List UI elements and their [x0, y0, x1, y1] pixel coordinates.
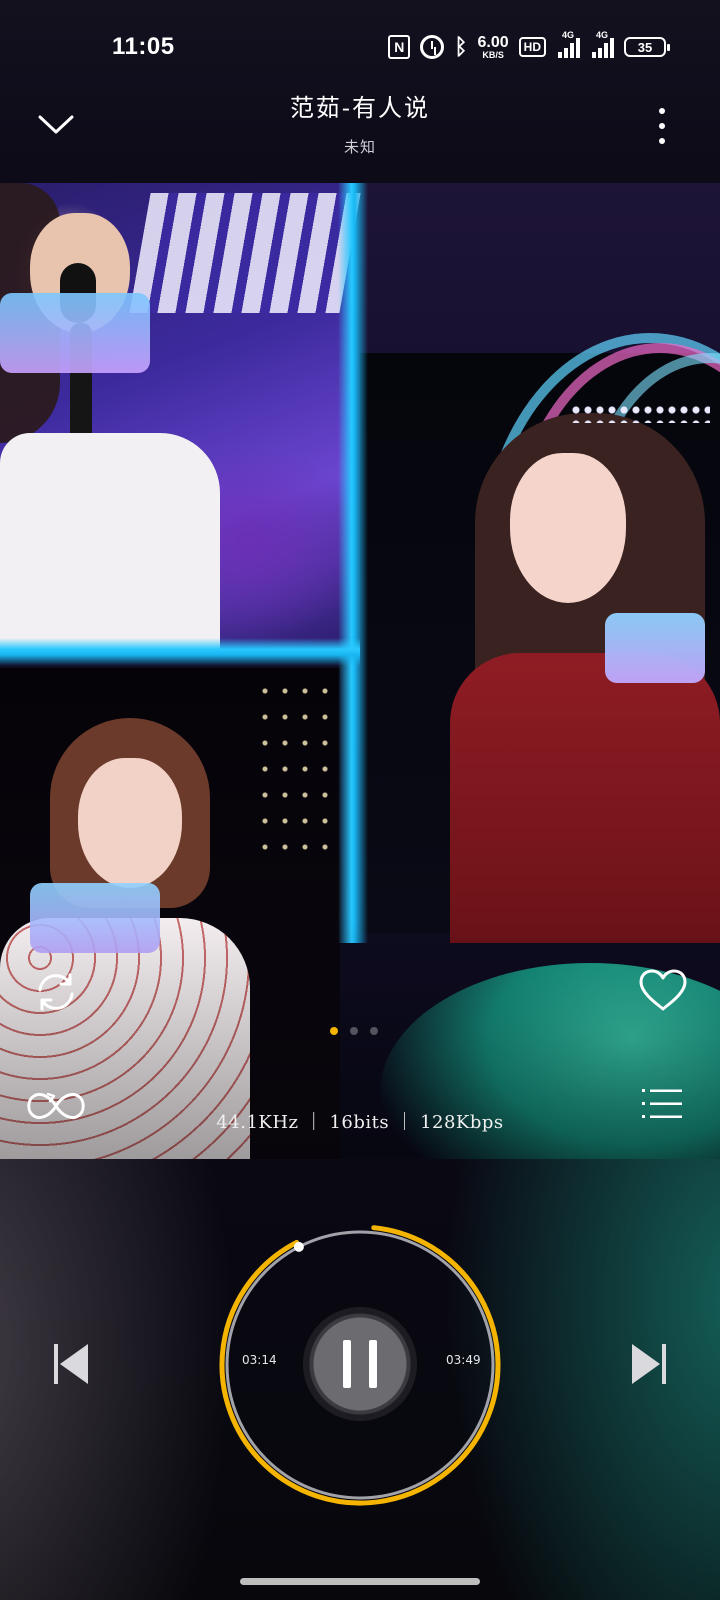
battery-icon: 35 [624, 37, 670, 57]
page-dot [330, 1027, 338, 1035]
skip-previous-icon [54, 1344, 88, 1384]
album-artwork[interactable] [0, 183, 720, 1159]
pause-button[interactable] [303, 1307, 417, 1421]
audio-quality-info: 44.1KHz ｜ 16bits ｜ 128Kbps [216, 1112, 504, 1133]
net-speed-unit: KB/S [482, 49, 504, 60]
artist-name: 未知 [343, 138, 376, 156]
refresh-button[interactable] [32, 968, 80, 1016]
page-dot [370, 1027, 378, 1035]
signal-label: 4G [596, 30, 609, 40]
player-header: 范茹-有人说 未知 [0, 88, 720, 180]
more-vertical-icon [659, 108, 665, 114]
nfc-icon: N [388, 35, 411, 59]
heart-icon [639, 969, 687, 1011]
like-button[interactable] [638, 968, 688, 1012]
playlist-button[interactable] [642, 1086, 682, 1122]
page-dot [350, 1027, 358, 1035]
skip-next-icon [632, 1344, 666, 1384]
signal-icon: 4G [556, 30, 580, 58]
progress-knob [293, 1241, 304, 1252]
more-button[interactable] [656, 108, 668, 144]
home-indicator[interactable] [240, 1578, 480, 1585]
previous-track-button[interactable] [52, 1342, 92, 1386]
elapsed-time: 03:14 [242, 1353, 277, 1367]
status-icons: N ᛒ 6.00 KB/S HD 4G 4G 35 [388, 30, 670, 62]
song-title: 范茹-有人说 [289, 94, 431, 122]
status-bar: 11:05 N ᛒ 6.00 KB/S HD 4G 4G 35 [0, 0, 720, 92]
playlist-icon [642, 1089, 682, 1118]
alarm-icon [420, 35, 445, 59]
pause-icon [343, 1340, 351, 1388]
signal-icon: 4G [590, 30, 614, 58]
net-speed: 6.00 KB/S [477, 33, 509, 60]
artwork-page-indicator [330, 1027, 378, 1037]
refresh-icon [38, 973, 74, 1011]
total-time: 03:49 [446, 1353, 481, 1367]
net-speed-value: 6.00 [477, 33, 509, 51]
signal-label: 4G [562, 30, 575, 40]
status-time: 11:05 [112, 33, 175, 60]
bluetooth-icon: ᛒ [454, 34, 468, 59]
hd-voice-icon: HD [518, 37, 546, 57]
next-track-button[interactable] [628, 1342, 668, 1386]
